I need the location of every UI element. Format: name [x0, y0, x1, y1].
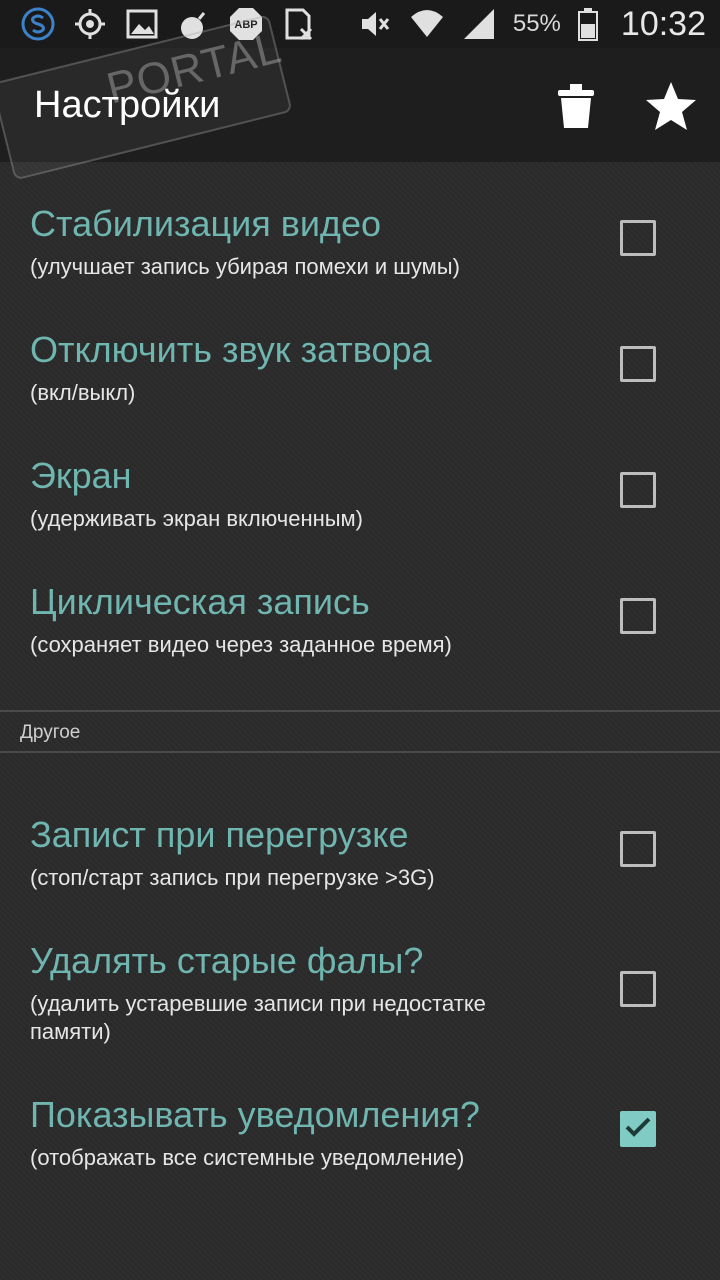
setting-shutter-sound[interactable]: Отключить звук затвора (вкл/выкл): [0, 329, 720, 429]
favorite-button[interactable]: [641, 78, 701, 138]
setting-summary: (вкл/выкл): [30, 380, 136, 405]
image-icon: [124, 6, 160, 42]
setting-summary: (улучшает запись убирая помехи и шумы): [30, 254, 460, 279]
setting-title: Показывать уведомления?: [30, 1094, 480, 1135]
status-bar-right: 55% 10:32: [357, 5, 706, 44]
setting-summary: (удалить устаревшие записи при недостатк…: [30, 991, 486, 1044]
clock: 10:32: [620, 4, 706, 43]
sim-icon: [280, 6, 316, 42]
page-title: Настройки: [34, 84, 221, 126]
setting-video-stabilization[interactable]: Стабилизация видео (улучшает запись убир…: [0, 203, 720, 303]
setting-title: Удалять старые фалы?: [30, 940, 424, 981]
setting-show-notifications[interactable]: Показывать уведомления? (отображать все …: [0, 1094, 720, 1194]
section-header: Другое: [20, 722, 81, 743]
checkbox[interactable]: [620, 220, 656, 256]
checkmark-icon: [624, 1115, 652, 1144]
trash-icon: [556, 82, 596, 135]
setting-overload-recording[interactable]: Запист при перегрузке (стоп/старт запись…: [0, 814, 720, 914]
battery-percent: 55%: [512, 10, 561, 37]
battery-icon: [577, 6, 599, 42]
setting-delete-old-files[interactable]: Удалять старые фалы? (удалить устаревшие…: [0, 940, 720, 1060]
setting-loop-recording[interactable]: Циклическая запись (сохраняет видео чере…: [0, 581, 720, 681]
star-icon: [644, 80, 698, 137]
checkbox-checked[interactable]: [620, 1111, 656, 1147]
setting-summary: (отображать все системные уведомление): [30, 1145, 465, 1170]
checkbox[interactable]: [620, 346, 656, 382]
gps-icon: [72, 6, 108, 42]
checkbox[interactable]: [620, 831, 656, 867]
checkbox[interactable]: [620, 971, 656, 1007]
setting-title: Стабилизация видео: [30, 203, 381, 244]
delete-button[interactable]: [546, 78, 606, 138]
setting-summary: (стоп/старт запись при перегрузке >3G): [30, 865, 435, 890]
s-logo-icon: [20, 6, 56, 42]
divider: [0, 710, 720, 712]
checkbox[interactable]: [620, 472, 656, 508]
checkbox[interactable]: [620, 598, 656, 634]
setting-title: Запист при перегрузке: [30, 814, 409, 855]
mute-icon: [357, 6, 393, 42]
status-bar: ABP 55% 10:32: [0, 0, 720, 48]
action-bar: PORTAL Настройки: [0, 14, 720, 181]
setting-screen[interactable]: Экран (удерживать экран включенным): [0, 455, 720, 555]
wifi-icon: [409, 6, 445, 42]
setting-title: Отключить звук затвора: [30, 329, 432, 370]
setting-title: Экран: [30, 455, 132, 496]
setting-summary: (удерживать экран включенным): [30, 506, 364, 531]
divider: [0, 751, 720, 753]
signal-icon: [461, 6, 497, 42]
setting-title: Циклическая запись: [30, 581, 370, 622]
setting-summary: (сохраняет видео через заданное время): [30, 632, 452, 657]
